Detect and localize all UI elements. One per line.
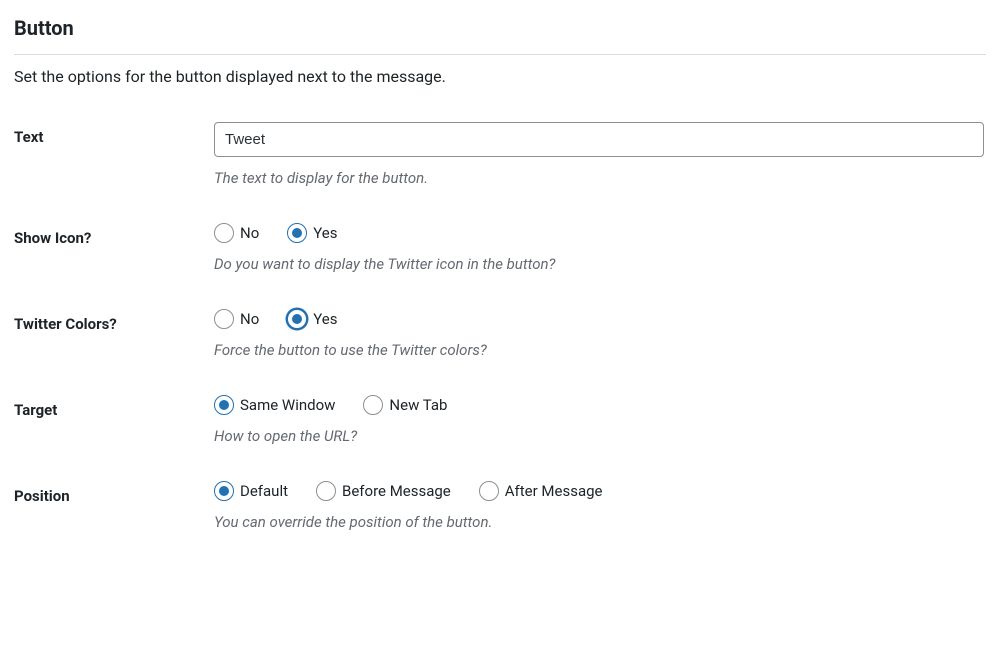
radio-show-icon-no[interactable]: No	[214, 223, 259, 243]
radio-input-twitter-colors-no[interactable]	[214, 309, 234, 329]
radio-input-position-default[interactable]	[214, 481, 234, 501]
radio-show-icon-yes[interactable]: Yes	[287, 223, 337, 243]
radio-target-same-window[interactable]: Same Window	[214, 395, 335, 415]
radio-twitter-colors-yes[interactable]: Yes	[287, 309, 337, 329]
radio-input-twitter-colors-yes[interactable]	[287, 309, 307, 329]
radio-input-target-same-window[interactable]	[214, 395, 234, 415]
radio-label-show-icon-no: No	[240, 224, 259, 242]
section-description: Set the options for the button displayed…	[14, 67, 986, 86]
field-help-text: The text to display for the button.	[214, 169, 986, 187]
radio-label-target-new-tab: New Tab	[389, 396, 447, 414]
section-title: Button	[14, 16, 986, 40]
radio-target-new-tab[interactable]: New Tab	[363, 395, 447, 415]
radio-label-position-before: Before Message	[342, 482, 451, 500]
radio-input-target-new-tab[interactable]	[363, 395, 383, 415]
radio-label-twitter-colors-yes: Yes	[313, 310, 337, 328]
radio-label-position-default: Default	[240, 482, 288, 500]
field-control-position: Default Before Message After Message You…	[214, 481, 986, 531]
field-target: Target Same Window New Tab How to open t…	[14, 395, 986, 445]
radio-label-show-icon-yes: Yes	[313, 224, 337, 242]
radio-position-default[interactable]: Default	[214, 481, 288, 501]
field-label-twitter-colors: Twitter Colors?	[14, 309, 214, 333]
field-control-twitter-colors: No Yes Force the button to use the Twitt…	[214, 309, 986, 359]
field-help-position: You can override the position of the but…	[214, 513, 986, 531]
radio-twitter-colors-no[interactable]: No	[214, 309, 259, 329]
text-input[interactable]	[214, 122, 984, 157]
field-control-target: Same Window New Tab How to open the URL?	[214, 395, 986, 445]
radio-input-show-icon-yes[interactable]	[287, 223, 307, 243]
field-text: Text The text to display for the button.	[14, 122, 986, 187]
radio-input-position-after[interactable]	[479, 481, 499, 501]
divider	[14, 54, 986, 55]
radio-label-position-after: After Message	[505, 482, 603, 500]
radio-group-show-icon: No Yes	[214, 223, 986, 243]
field-label-text: Text	[14, 122, 214, 146]
radio-group-target: Same Window New Tab	[214, 395, 986, 415]
field-control-show-icon: No Yes Do you want to display the Twitte…	[214, 223, 986, 273]
radio-label-twitter-colors-no: No	[240, 310, 259, 328]
field-twitter-colors: Twitter Colors? No Yes Force the button …	[14, 309, 986, 359]
radio-group-twitter-colors: No Yes	[214, 309, 986, 329]
radio-group-position: Default Before Message After Message	[214, 481, 986, 501]
radio-position-before[interactable]: Before Message	[316, 481, 451, 501]
field-help-show-icon: Do you want to display the Twitter icon …	[214, 255, 986, 273]
radio-input-show-icon-no[interactable]	[214, 223, 234, 243]
field-help-target: How to open the URL?	[214, 427, 986, 445]
radio-position-after[interactable]: After Message	[479, 481, 603, 501]
field-show-icon: Show Icon? No Yes Do you want to display…	[14, 223, 986, 273]
field-label-show-icon: Show Icon?	[14, 223, 214, 247]
field-label-position: Position	[14, 481, 214, 505]
field-position: Position Default Before Message After Me…	[14, 481, 986, 531]
field-help-twitter-colors: Force the button to use the Twitter colo…	[214, 341, 986, 359]
radio-input-position-before[interactable]	[316, 481, 336, 501]
field-label-target: Target	[14, 395, 214, 419]
radio-label-target-same-window: Same Window	[240, 396, 335, 414]
field-control-text: The text to display for the button.	[214, 122, 986, 187]
